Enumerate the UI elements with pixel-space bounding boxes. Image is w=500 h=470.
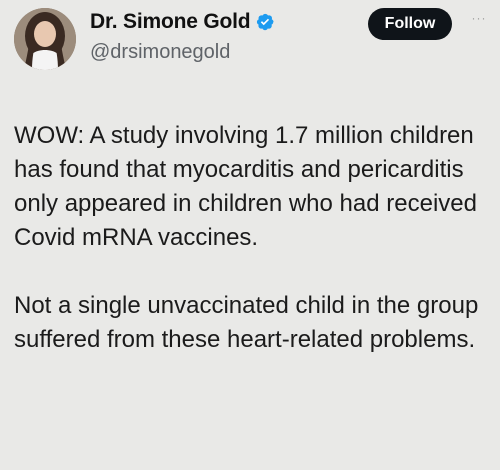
tweet-card: Dr. Simone Gold @drsimonegold Follow ···…: [0, 0, 500, 470]
follow-button[interactable]: Follow: [368, 8, 452, 40]
tweet-text: WOW: A study involving 1.7 million child…: [14, 119, 489, 357]
tweet-paragraph: WOW: A study involving 1.7 million child…: [14, 122, 477, 251]
author-handle[interactable]: @drsimonegold: [90, 41, 230, 64]
more-options-icon[interactable]: ···: [464, 8, 494, 28]
verified-badge-icon: [255, 12, 275, 32]
avatar[interactable]: [14, 8, 76, 70]
avatar-image: [14, 8, 76, 70]
tweet-paragraph: Not a single unvaccinated child in the g…: [14, 292, 479, 353]
author-name-row: Dr. Simone Gold: [90, 10, 275, 34]
author-display-name[interactable]: Dr. Simone Gold: [90, 10, 251, 34]
